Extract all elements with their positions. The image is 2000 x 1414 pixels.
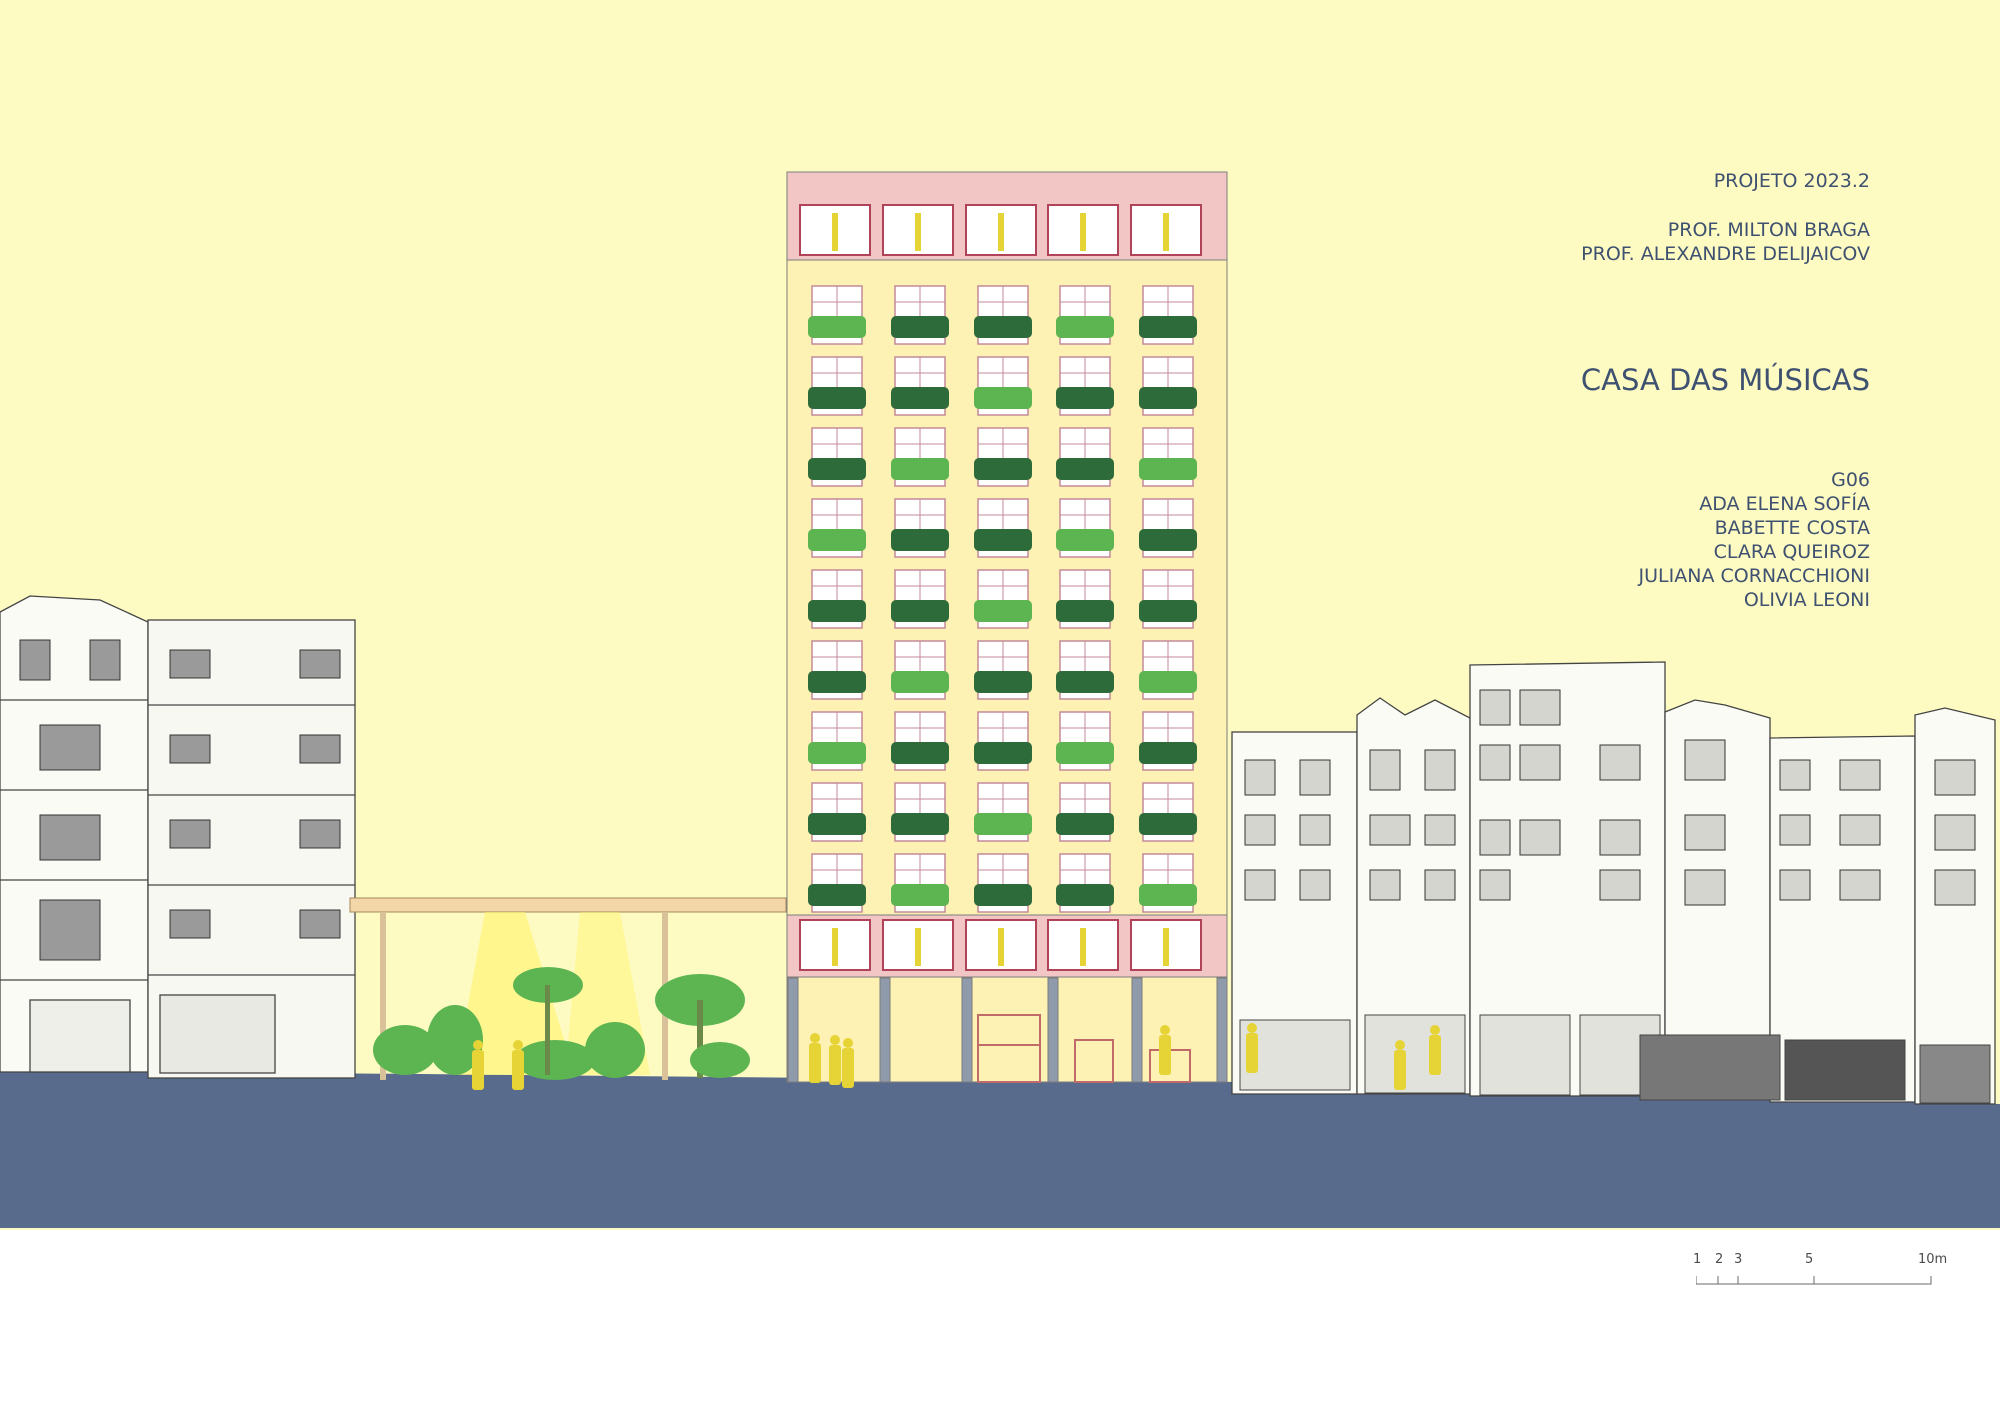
project-label: PROJETO 2023.2 [1713, 170, 1870, 192]
scale-label: 2 [1715, 1252, 1724, 1267]
musician-figure [915, 213, 921, 251]
planter-greenery [808, 884, 866, 906]
planter-greenery [1056, 742, 1114, 764]
member-name: OLIVIA LEONI [1743, 589, 1870, 611]
planter-greenery [1056, 600, 1114, 622]
planter-greenery [1139, 387, 1197, 409]
planter-greenery [974, 529, 1032, 551]
planter-greenery [1056, 671, 1114, 693]
musician-figure [1080, 928, 1086, 966]
person-figure [1430, 1025, 1440, 1035]
planter-greenery [891, 884, 949, 906]
scale-label: 5 [1805, 1252, 1814, 1267]
musician-figure [915, 928, 921, 966]
person-figure [1395, 1040, 1405, 1050]
person-figure [473, 1040, 483, 1050]
person-figure [830, 1035, 840, 1045]
elevation-drawing: PROJETO 2023.2 PROF. MILTON BRAGA PROF. … [0, 0, 2000, 1414]
planter-greenery [974, 742, 1032, 764]
planter-greenery [1139, 458, 1197, 480]
musician-figure [1163, 928, 1169, 966]
planter-greenery [974, 458, 1032, 480]
professor-2: PROF. ALEXANDRE DELIJAICOV [1581, 243, 1870, 265]
musician-figure [1163, 213, 1169, 251]
planter-greenery [1139, 884, 1197, 906]
person-figure [1160, 1025, 1170, 1035]
member-name: CLARA QUEIROZ [1713, 541, 1870, 563]
planter-greenery [1139, 813, 1197, 835]
member-name: BABETTE COSTA [1714, 517, 1870, 539]
musician-figure [1080, 213, 1086, 251]
member-name: ADA ELENA SOFÍA [1699, 493, 1870, 515]
planter-greenery [1056, 813, 1114, 835]
planter-greenery [808, 813, 866, 835]
scale-bar-line [1696, 1276, 1932, 1285]
planter-greenery [891, 387, 949, 409]
planter-greenery [1139, 671, 1197, 693]
planter-greenery [1139, 529, 1197, 551]
person-figure [1247, 1023, 1257, 1033]
planter-greenery [808, 316, 866, 338]
planter-greenery [974, 671, 1032, 693]
planter-greenery [974, 316, 1032, 338]
planter-greenery [1056, 387, 1114, 409]
person-figure [513, 1040, 523, 1050]
planter-greenery [1139, 316, 1197, 338]
member-name: JULIANA CORNACCHIONI [1638, 565, 1870, 587]
musician-figure [998, 213, 1004, 251]
planter-greenery [974, 600, 1032, 622]
musician-figure [998, 928, 1004, 966]
planter-greenery [808, 671, 866, 693]
planter-greenery [808, 742, 866, 764]
planter-greenery [1056, 884, 1114, 906]
group-code: G06 [1831, 469, 1870, 491]
musician-figure [832, 928, 838, 966]
planter-greenery [891, 742, 949, 764]
street-elevation [0, 171, 2000, 1228]
planter-greenery [891, 600, 949, 622]
planter-greenery [974, 813, 1032, 835]
planter-greenery [1056, 316, 1114, 338]
scale-label: 3 [1734, 1252, 1743, 1267]
planter-greenery [1139, 600, 1197, 622]
plaza-plants [373, 967, 750, 1080]
person-figure [810, 1033, 820, 1043]
planter-greenery [891, 529, 949, 551]
person-figure [843, 1038, 853, 1048]
planter-greenery [891, 813, 949, 835]
planter-greenery [1139, 742, 1197, 764]
scale-label: 1 [1693, 1252, 1702, 1267]
planter-greenery [808, 458, 866, 480]
planter-greenery [891, 458, 949, 480]
musician-figure [832, 213, 838, 251]
planter-greenery [891, 671, 949, 693]
planter-greenery [1056, 458, 1114, 480]
planter-greenery [808, 529, 866, 551]
planter-greenery [808, 600, 866, 622]
planter-greenery [808, 387, 866, 409]
planter-greenery [974, 387, 1032, 409]
planter-greenery [974, 884, 1032, 906]
scale-label: 10m [1918, 1252, 1948, 1267]
planter-greenery [1056, 529, 1114, 551]
professor-1: PROF. MILTON BRAGA [1667, 219, 1870, 241]
planter-greenery [891, 316, 949, 338]
project-title: CASA DAS MÚSICAS [1580, 363, 1870, 397]
